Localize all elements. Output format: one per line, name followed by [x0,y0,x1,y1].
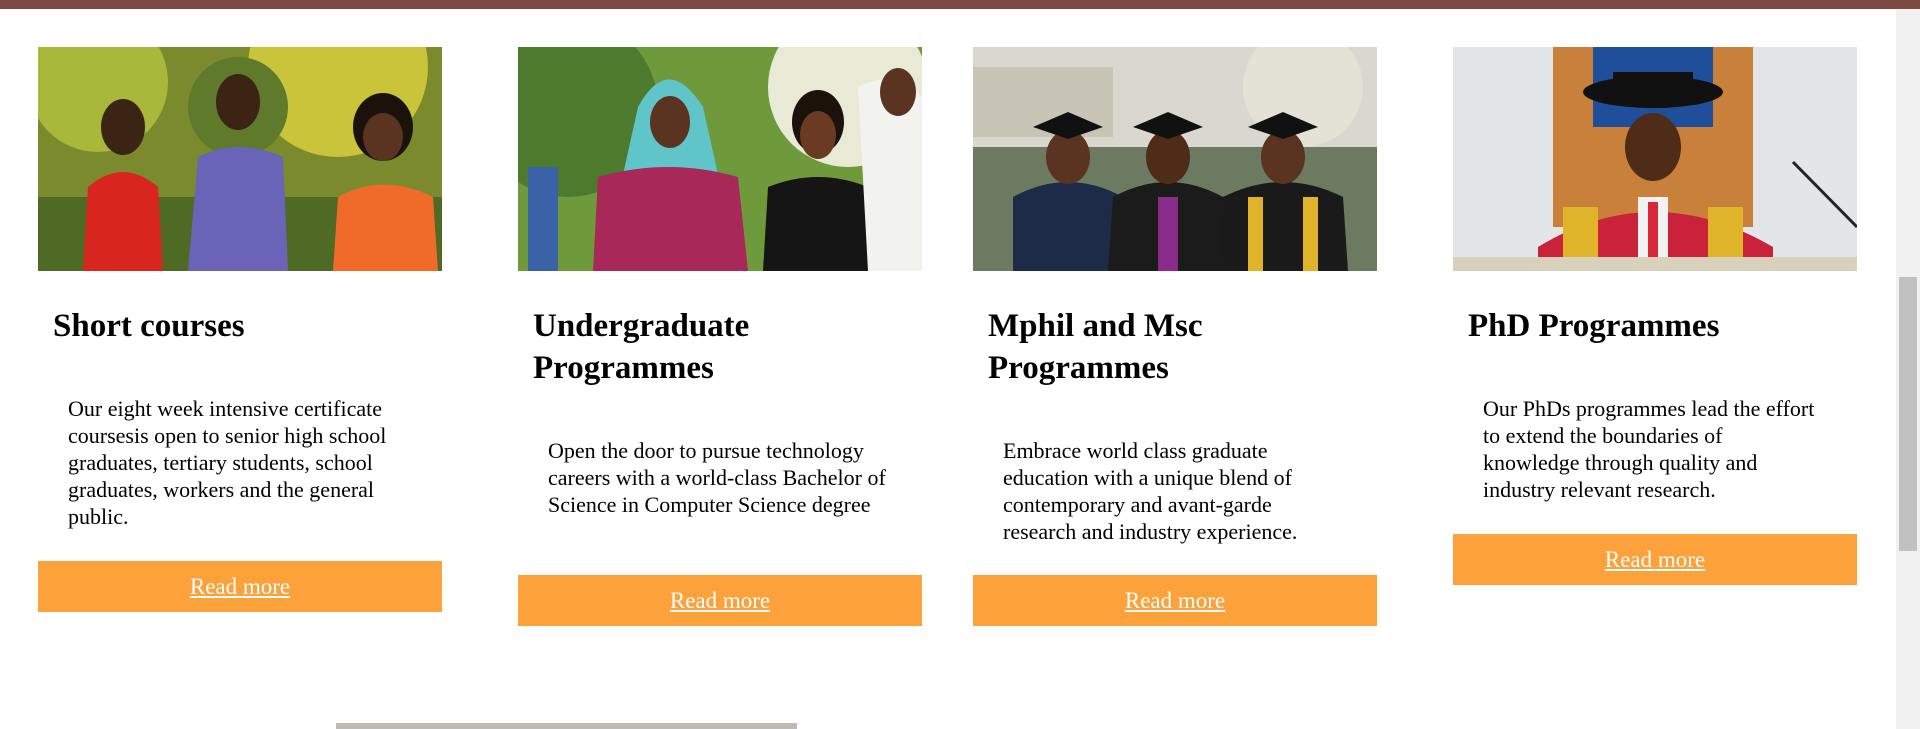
top-bar [0,0,1920,9]
read-more-button[interactable]: Read more [38,561,442,612]
card-title: PhD Programmes [1468,308,1720,344]
card-description: Our eight week intensive certificate cou… [68,396,387,529]
students-photo [38,47,442,271]
read-more-button[interactable]: Read more [518,575,922,626]
scrollbar-thumb[interactable] [1899,277,1917,551]
graduates-photo [973,47,1377,271]
next-section-image [336,723,797,729]
card-title: Undergraduate Programmes [533,308,750,386]
read-more-button[interactable]: Read more [1453,534,1857,585]
card-description: Open the door to pursue technology caree… [548,438,886,517]
card-title: Mphil and Msc Programmes [988,308,1203,386]
card-title: Short courses [53,308,245,344]
read-more-button[interactable]: Read more [973,575,1377,626]
students-photo [518,47,922,271]
speaker-photo [1453,47,1857,271]
card-description: Our PhDs programmes lead the effort to e… [1483,396,1815,502]
card-description: Embrace world class graduate education w… [1003,438,1298,544]
vertical-scrollbar[interactable] [1896,9,1920,729]
